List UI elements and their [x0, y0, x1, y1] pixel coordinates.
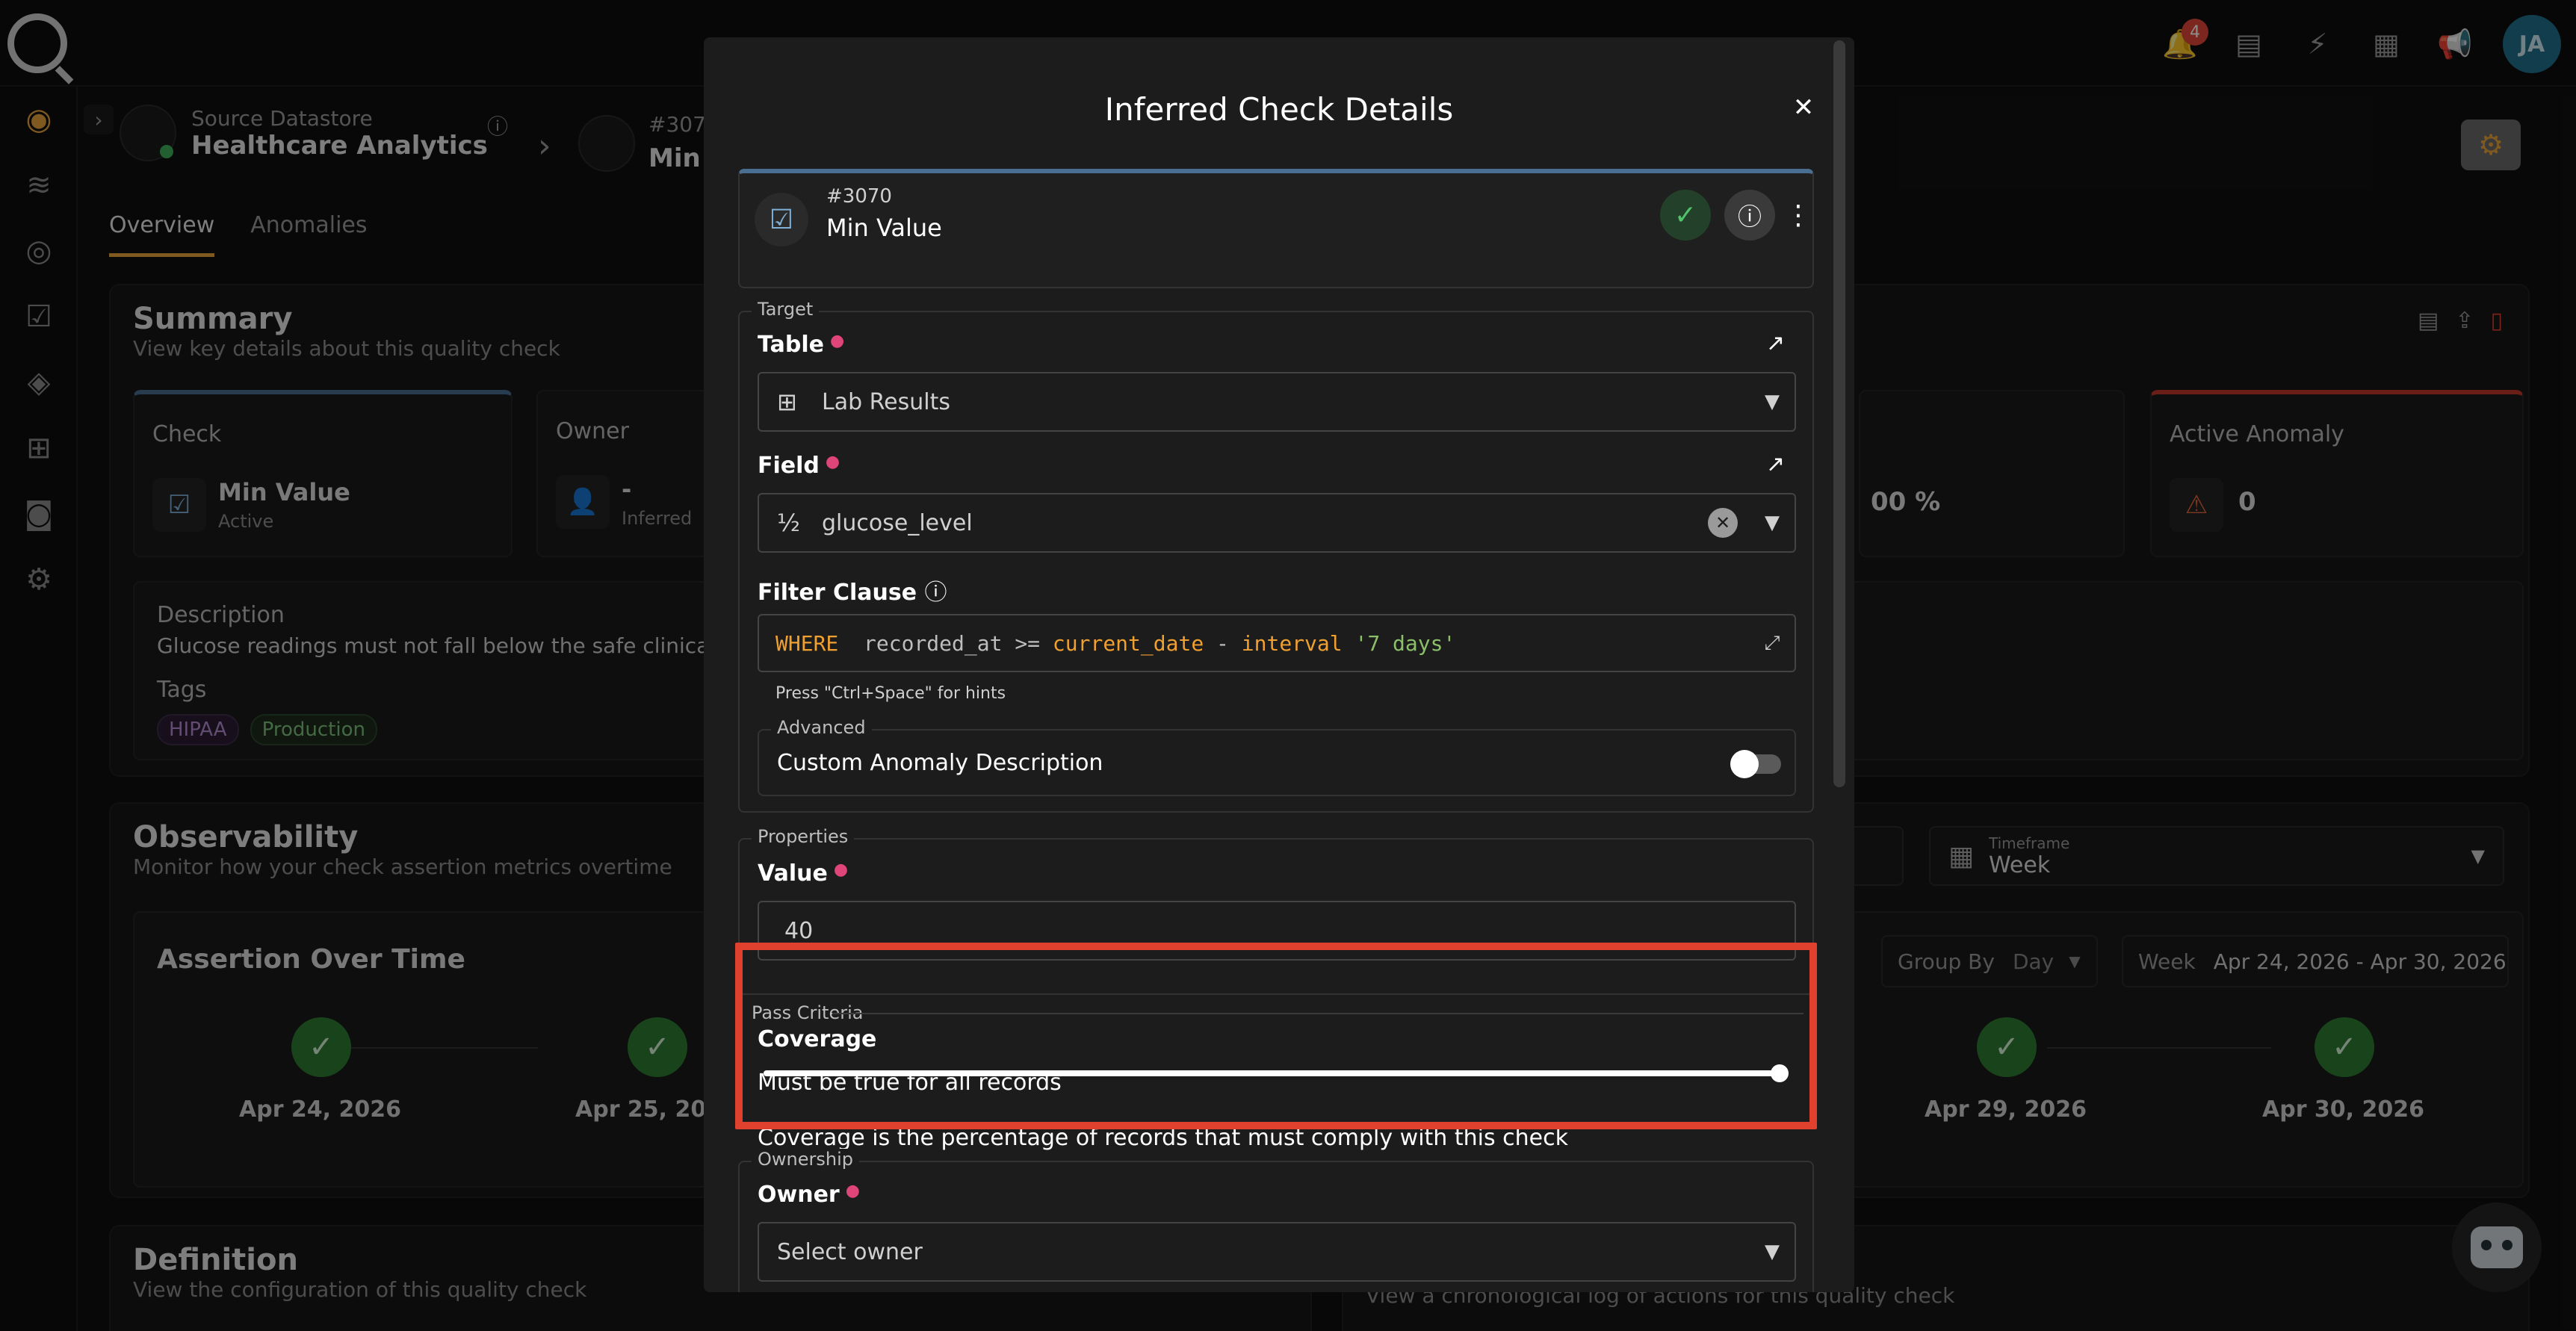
filter-hint: Press "Ctrl+Space" for hints: [775, 684, 1006, 703]
close-icon[interactable]: ✕: [1789, 93, 1818, 122]
filter-clause-code[interactable]: WHERE recorded_at >= current_date - inte…: [775, 631, 1750, 656]
open-table-link-icon[interactable]: ↗: [1766, 330, 1785, 356]
owner-select-placeholder: Select owner: [777, 1238, 923, 1265]
field-label: Field ●: [758, 453, 840, 479]
filter-clause-editor[interactable]: WHERE recorded_at >= current_date - inte…: [758, 614, 1796, 672]
target-legend: Target: [752, 299, 820, 320]
owner-select[interactable]: Select owner ▼: [758, 1222, 1796, 1282]
ownership-section: Ownership Owner ● Select owner ▼: [738, 1149, 1814, 1292]
field-select[interactable]: ½ glucose_level ✕ ▼: [758, 493, 1796, 553]
advanced-legend: Advanced: [771, 717, 872, 738]
check-header: ☑ #3070 Min Value ✓ ⓘ ⋮: [738, 169, 1814, 288]
custom-anomaly-label: Custom Anomaly Description: [777, 750, 1103, 776]
check-name: Min Value: [826, 214, 942, 242]
expand-icon[interactable]: ⤢: [1750, 632, 1795, 655]
pass-criteria-highlight: [735, 943, 1817, 1129]
target-section: Target Table ● ↗ ⊞ Lab Results ▼ Field ● ↗…: [738, 299, 1814, 813]
fraction-icon: ½: [777, 509, 801, 537]
checkbox-icon: ☑: [755, 193, 808, 246]
modal-title: Inferred Check Details: [1104, 91, 1454, 128]
info-button[interactable]: ⓘ: [1724, 190, 1775, 241]
info-icon: ⓘ: [924, 580, 947, 606]
table-select-value: Lab Results: [822, 388, 951, 415]
open-field-link-icon[interactable]: ↗: [1766, 451, 1785, 477]
advanced-section: Advanced Custom Anomaly Description: [758, 717, 1796, 796]
modal-scrollbar[interactable]: [1833, 40, 1845, 787]
ownership-legend: Ownership: [752, 1149, 859, 1170]
chevron-down-icon: ▼: [1765, 391, 1780, 413]
custom-anomaly-toggle[interactable]: [1730, 750, 1781, 778]
filter-clause-label: Filter Clause ⓘ: [758, 580, 947, 606]
value-label: Value ●: [758, 860, 849, 887]
chevron-down-icon: ▼: [1765, 512, 1780, 534]
value-input-text: 40: [784, 917, 814, 944]
inferred-check-modal: Inferred Check Details ✕ ☑ #3070 Min Val…: [704, 37, 1854, 1292]
field-select-value: glucose_level: [822, 509, 973, 536]
owner-label: Owner ●: [758, 1182, 860, 1208]
table-select[interactable]: ⊞ Lab Results ▼: [758, 372, 1796, 432]
validate-button[interactable]: ✓: [1660, 190, 1711, 241]
chevron-down-icon: ▼: [1765, 1241, 1780, 1263]
more-options-icon[interactable]: ⋮: [1785, 190, 1812, 241]
clear-icon[interactable]: ✕: [1708, 508, 1738, 538]
table-icon: ⊞: [777, 388, 797, 416]
properties-legend: Properties: [752, 826, 855, 847]
table-label: Table ●: [758, 332, 845, 358]
check-id: #3070: [826, 185, 892, 208]
